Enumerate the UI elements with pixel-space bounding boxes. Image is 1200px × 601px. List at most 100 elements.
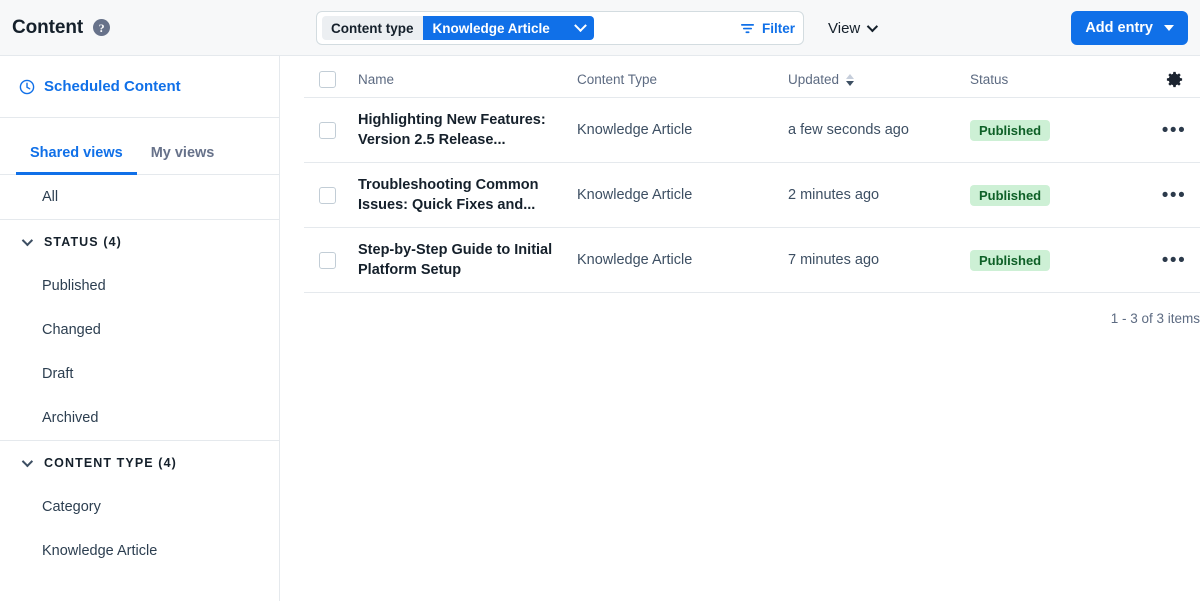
- sidebar-item-draft[interactable]: Draft: [0, 352, 279, 396]
- sort-descending-icon[interactable]: [846, 73, 855, 86]
- row-checkbox[interactable]: [319, 186, 336, 204]
- sidebar-item-knowledge-article[interactable]: Knowledge Article: [0, 529, 279, 573]
- pagination-count: 1 - 3 of 3 items: [1110, 311, 1200, 326]
- table-row[interactable]: Troubleshooting Common Issues: Quick Fix…: [304, 163, 1200, 228]
- row-menu-cell: •••: [1148, 186, 1200, 205]
- sidebar-group-content-type-label: CONTENT TYPE (4): [44, 456, 177, 470]
- row-updated-label: a few seconds ago: [788, 122, 909, 138]
- table-row[interactable]: Step-by-Step Guide to Initial Platform S…: [304, 228, 1200, 293]
- add-entry-button[interactable]: Add entry: [1071, 11, 1188, 45]
- table-row[interactable]: Highlighting New Features: Version 2.5 R…: [304, 98, 1200, 163]
- column-header-updated-label: Updated: [788, 72, 840, 87]
- select-all-cell: [304, 71, 358, 88]
- row-status-cell: Published: [970, 249, 1148, 271]
- sidebar-group-content-type[interactable]: CONTENT TYPE (4): [0, 441, 279, 485]
- row-updated-label: 2 minutes ago: [788, 187, 880, 203]
- row-name-label: Step-by-Step Guide to Initial Platform S…: [358, 242, 553, 278]
- column-header-name[interactable]: Name: [358, 72, 577, 87]
- row-updated-cell: 2 minutes ago: [788, 186, 970, 204]
- row-name-cell[interactable]: Step-by-Step Guide to Initial Platform S…: [358, 240, 577, 280]
- sidebar-tabs: Shared views My views: [0, 118, 279, 175]
- row-menu-cell: •••: [1148, 251, 1200, 270]
- filter-funnel-icon: [740, 23, 754, 33]
- view-menu-label: View: [828, 19, 861, 37]
- row-updated-label: 7 minutes ago: [788, 252, 880, 268]
- ellipsis-icon[interactable]: •••: [1162, 186, 1186, 205]
- column-header-content-type-label: Content Type: [577, 72, 658, 87]
- add-entry-label: Add entry: [1085, 20, 1153, 36]
- help-circle-icon[interactable]: ?: [93, 19, 111, 36]
- row-content-type-cell: Knowledge Article: [577, 186, 788, 204]
- top-bar: Content ? Content type Knowledge Article: [0, 0, 1200, 56]
- row-name-cell[interactable]: Highlighting New Features: Version 2.5 R…: [358, 110, 577, 150]
- sidebar-item-category[interactable]: Category: [0, 485, 279, 529]
- main-content: Name Content Type Updated Status Highlig…: [280, 56, 1200, 601]
- sidebar-group-status[interactable]: STATUS (4): [0, 220, 279, 264]
- sidebar-group-status-label: STATUS (4): [44, 235, 122, 249]
- row-content-type-label: Knowledge Article: [577, 252, 693, 268]
- view-menu-button[interactable]: View: [828, 19, 879, 37]
- sidebar-item-published[interactable]: Published: [0, 264, 279, 308]
- sidebar-scheduled-content[interactable]: Scheduled Content: [0, 56, 279, 118]
- sidebar-item-category-label: Category: [42, 499, 101, 515]
- select-all-checkbox[interactable]: [319, 71, 336, 88]
- sidebar-scheduled-content-label: Scheduled Content: [44, 78, 181, 95]
- sidebar-item-knowledge-article-label: Knowledge Article: [42, 543, 158, 559]
- row-select-cell: [304, 251, 358, 269]
- page-title-group: Content ?: [0, 16, 111, 39]
- sidebar-item-published-label: Published: [42, 278, 106, 294]
- sidebar-item-archived-label: Archived: [42, 410, 99, 426]
- row-menu-cell: •••: [1148, 121, 1200, 140]
- chevron-down-icon: [21, 234, 34, 247]
- sidebar: Scheduled Content Shared views My views …: [0, 56, 280, 601]
- row-status-cell: Published: [970, 184, 1148, 206]
- filter-pill-value-label: Knowledge Article: [432, 20, 550, 36]
- row-name-label: Highlighting New Features: Version 2.5 R…: [358, 112, 546, 148]
- content-app: Content ? Content type Knowledge Article: [0, 0, 1200, 601]
- column-header-content-type[interactable]: Content Type: [577, 72, 788, 87]
- sidebar-item-changed[interactable]: Changed: [0, 308, 279, 352]
- toolbar: Content type Knowledge Article Filter Vi…: [316, 11, 879, 45]
- tab-shared-views[interactable]: Shared views: [16, 145, 137, 175]
- column-header-status-label: Status: [970, 72, 1009, 87]
- row-content-type-label: Knowledge Article: [577, 122, 693, 138]
- sidebar-item-archived[interactable]: Archived: [0, 396, 279, 440]
- table-header-row: Name Content Type Updated Status: [304, 56, 1200, 98]
- status-badge: Published: [970, 184, 1051, 206]
- entries-table: Name Content Type Updated Status Highlig…: [304, 56, 1200, 293]
- chevron-down-icon: [867, 20, 879, 33]
- row-status-cell: Published: [970, 119, 1148, 141]
- gear-icon[interactable]: [1165, 70, 1184, 89]
- column-header-name-label: Name: [358, 72, 395, 87]
- tab-my-views[interactable]: My views: [137, 145, 229, 174]
- row-name-label: Troubleshooting Common Issues: Quick Fix…: [358, 177, 539, 213]
- row-content-type-cell: Knowledge Article: [577, 121, 788, 139]
- sidebar-item-draft-label: Draft: [42, 366, 74, 382]
- row-content-type-label: Knowledge Article: [577, 187, 693, 203]
- status-badge: Published: [970, 249, 1051, 271]
- filter-button[interactable]: Filter: [740, 21, 795, 36]
- sidebar-item-all[interactable]: All: [0, 175, 279, 219]
- caret-down-icon[interactable]: [1164, 25, 1174, 31]
- column-header-status[interactable]: Status: [970, 72, 1148, 87]
- clock-icon: [19, 79, 35, 94]
- row-name-cell[interactable]: Troubleshooting Common Issues: Quick Fix…: [358, 175, 577, 215]
- row-select-cell: [304, 121, 358, 139]
- page-title: Content: [12, 16, 84, 38]
- filter-button-label: Filter: [761, 20, 795, 36]
- ellipsis-icon[interactable]: •••: [1162, 251, 1186, 270]
- row-checkbox[interactable]: [319, 121, 336, 139]
- sidebar-item-all-label: All: [42, 189, 59, 205]
- row-content-type-cell: Knowledge Article: [577, 251, 788, 269]
- row-checkbox[interactable]: [319, 251, 336, 269]
- ellipsis-icon[interactable]: •••: [1162, 121, 1186, 140]
- filter-pill-value-select[interactable]: Knowledge Article: [422, 16, 594, 40]
- tab-shared-views-label: Shared views: [30, 145, 123, 161]
- row-select-cell: [304, 186, 358, 204]
- tab-my-views-label: My views: [150, 145, 215, 161]
- table-settings-cell: [1148, 70, 1200, 89]
- filter-pill-key: Content type: [322, 16, 423, 40]
- filter-bar[interactable]: Content type Knowledge Article Filter: [316, 11, 804, 45]
- content-type-filter-pill[interactable]: Content type Knowledge Article: [322, 16, 594, 40]
- column-header-updated[interactable]: Updated: [788, 72, 970, 87]
